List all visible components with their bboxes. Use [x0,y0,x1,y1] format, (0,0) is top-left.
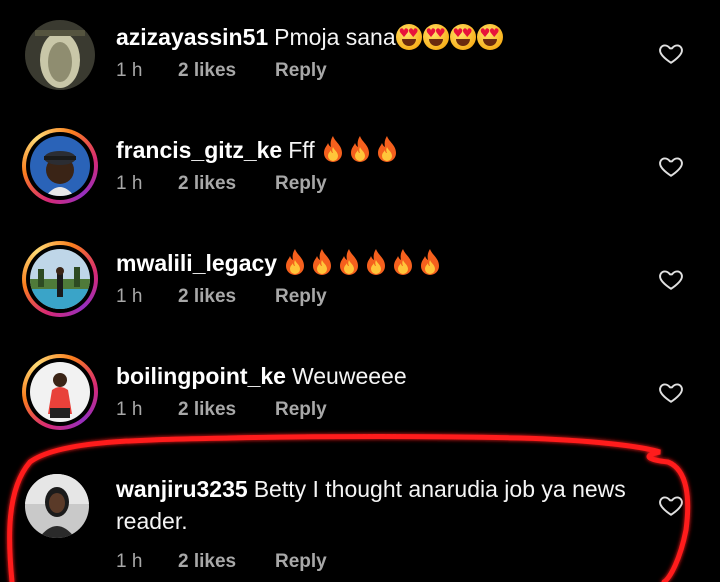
fire-emoji-icon [321,135,345,163]
comment-likes[interactable]: 2 likes [178,550,275,574]
comment-text: boilingpoint_ke Weuweeee [116,360,636,392]
fire-emoji-group [321,135,402,163]
comment-text: francis_gitz_ke Fff [116,134,636,166]
avatar-image [25,474,89,538]
avatar-image [30,362,90,422]
comment-username[interactable]: wanjiru3235 [116,476,248,502]
comment-body: Weuweeee [291,363,407,389]
comment-text: azizayassin51 Pmoja sana [116,21,636,53]
like-heart-icon[interactable] [658,492,684,518]
comment-meta: 1 h 2 likes Reply [116,285,636,309]
comment-likes[interactable]: 2 likes [178,398,275,422]
comment-time: 1 h [116,286,143,307]
fire-emoji-icon [348,135,372,163]
fire-emoji-icon [364,248,388,276]
avatar[interactable] [25,474,89,538]
comment-username[interactable]: mwalili_legacy [116,250,277,276]
avatar[interactable] [25,20,95,90]
heart-eyes-emoji-icon [422,24,449,50]
reply-button[interactable]: Reply [275,172,327,196]
comment-username[interactable]: azizayassin51 [116,24,268,50]
avatar[interactable] [22,128,98,204]
comment-text: wanjiru3235 Betty I thought anarudia job … [116,473,636,537]
avatar[interactable] [22,241,98,317]
avatar-image [25,20,95,90]
fire-emoji-icon [283,248,307,276]
avatar[interactable] [22,354,98,430]
reply-button[interactable]: Reply [275,285,327,309]
comment-meta: 1 h 2 likes Reply [116,172,636,196]
comment-meta: 1 h 2 likes Reply [116,550,636,574]
comment-body: Pmoja sana [274,24,396,50]
comment-likes[interactable]: 2 likes [178,172,275,196]
comment-body: Fff [288,137,315,163]
comment-time: 1 h [116,399,143,420]
comment-username[interactable]: francis_gitz_ke [116,137,282,163]
comment-meta: 1 h 2 likes Reply [116,398,636,422]
fire-emoji-icon [418,248,442,276]
avatar-image [30,249,90,309]
heart-eyes-emoji-group [395,24,504,50]
comment-likes[interactable]: 2 likes [178,285,275,309]
reply-button[interactable]: Reply [275,398,327,422]
comment-likes[interactable]: 2 likes [178,59,275,83]
fire-emoji-icon [337,248,361,276]
comment-meta: 1 h 2 likes Reply [116,59,636,83]
fire-emoji-icon [391,248,415,276]
comment-time: 1 h [116,551,143,572]
heart-eyes-emoji-icon [395,24,422,50]
heart-eyes-emoji-icon [476,24,503,50]
reply-button[interactable]: Reply [275,550,327,574]
fire-emoji-group [283,248,445,276]
comment-text: mwalili_legacy [116,247,636,279]
avatar-image [30,136,90,196]
like-heart-icon[interactable] [658,266,684,292]
like-heart-icon[interactable] [658,379,684,405]
comment-time: 1 h [116,60,143,81]
fire-emoji-icon [375,135,399,163]
like-heart-icon[interactable] [658,153,684,179]
reply-button[interactable]: Reply [275,59,327,83]
heart-eyes-emoji-icon [449,24,476,50]
fire-emoji-icon [310,248,334,276]
comment-time: 1 h [116,173,143,194]
like-heart-icon[interactable] [658,40,684,66]
comment-username[interactable]: boilingpoint_ke [116,363,286,389]
